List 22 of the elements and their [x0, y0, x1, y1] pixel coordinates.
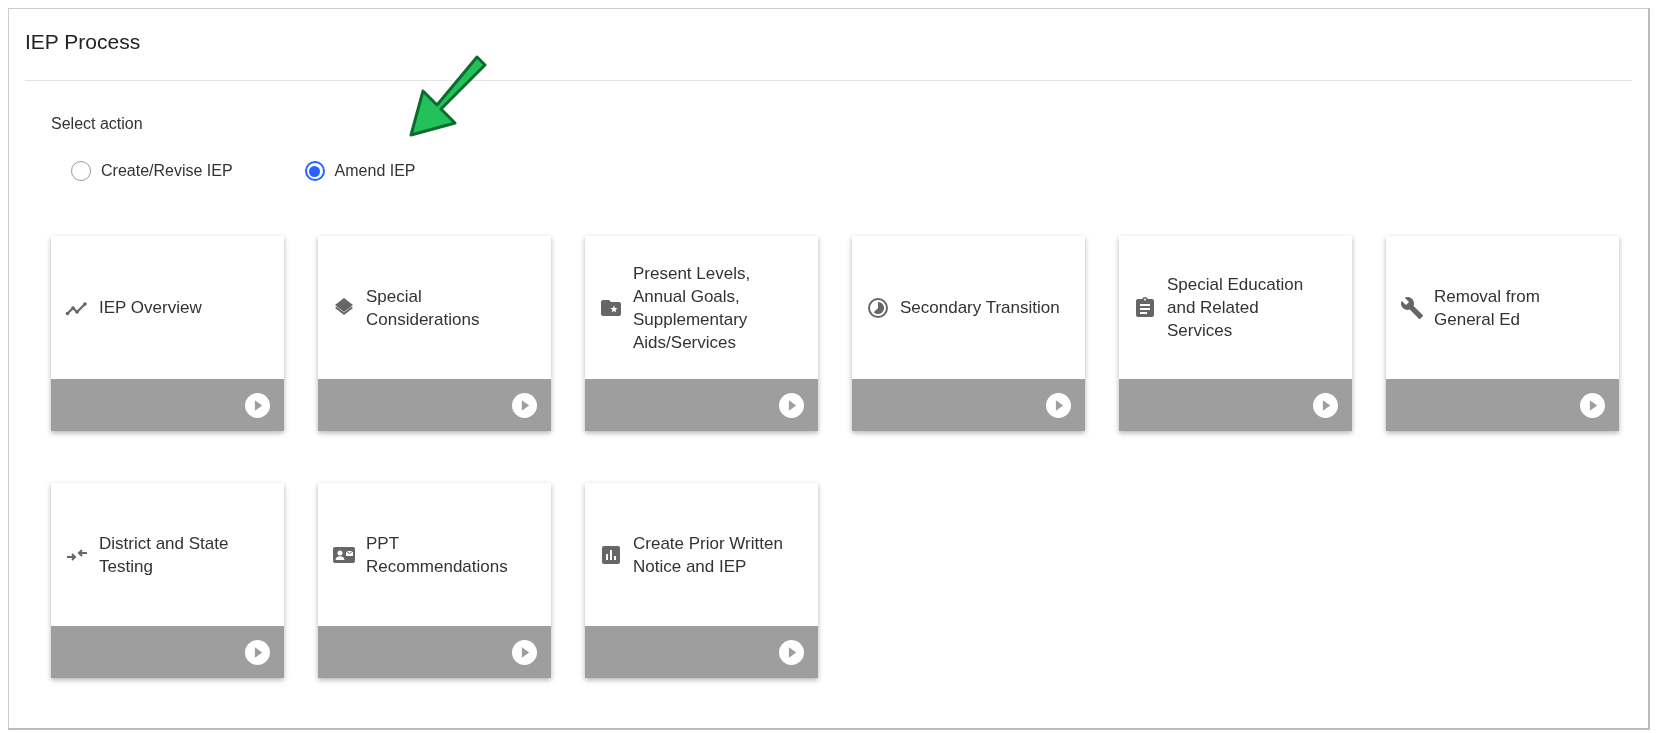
action-card[interactable]: Secondary Transition	[852, 236, 1085, 431]
action-card[interactable]: Special Considerations	[318, 236, 551, 431]
card-label: Special Considerations	[366, 285, 481, 331]
action-card[interactable]: Removal from General Ed	[1386, 236, 1619, 431]
action-card[interactable]: Present Levels, Annual Goals, Supplementary Aids/Services	[585, 236, 818, 431]
card-label: Special Education and Related Services	[1167, 274, 1305, 342]
prompt-label: Select action	[51, 115, 144, 133]
card-label: Create Prior Written Notice and IEP	[633, 532, 784, 578]
action-card[interactable]: PPT Recommendations	[318, 483, 551, 678]
card-label: District and State Testing	[99, 532, 230, 578]
action-card[interactable]: Special Education and Related Services	[1119, 236, 1352, 431]
card-label: Removal from General Ed	[1434, 285, 1541, 331]
card-label: IEP Overview	[99, 297, 202, 319]
action-card[interactable]: IEP Overview	[51, 236, 284, 431]
page-title: IEP Process	[24, 29, 142, 55]
radio-option[interactable]: Create/Revise IEP	[67, 161, 237, 181]
radio-option[interactable]: Amend IEP	[300, 161, 420, 181]
action-card[interactable]: Create Prior Written Notice and IEP	[585, 483, 818, 678]
card-label: Secondary Transition	[900, 297, 1060, 319]
action-card[interactable]: District and State Testing	[51, 483, 284, 678]
card-label: PPT Recommendations	[366, 532, 509, 578]
card-label: Present Levels, Annual Goals, Supplementary Aids/Services	[633, 262, 752, 354]
